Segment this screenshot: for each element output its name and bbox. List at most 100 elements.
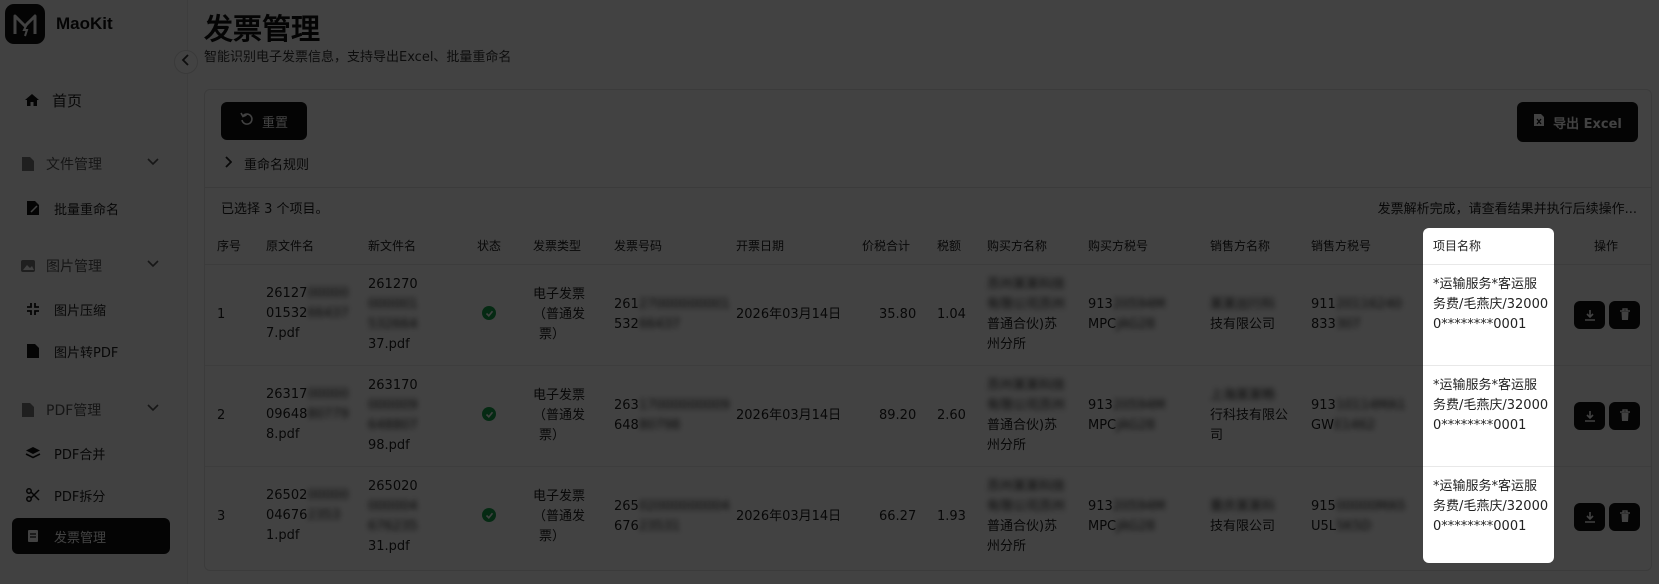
cell-buyer-tax-id: 91320594M MPCJAG28 [1088,297,1166,332]
rename-rule-toggle[interactable]: 重命名规则 [224,154,309,173]
delete-button[interactable] [1609,503,1640,531]
cell-total: 66.27 [879,509,917,524]
cell-seller-tax-id: 91310114MA1 GWE1462 [1311,398,1406,433]
file-edit-icon [24,200,42,216]
check-circle-icon [482,407,496,421]
cell-new-name: 265020 000004 676235 31.pdf [368,479,418,554]
check-circle-icon [482,306,496,320]
cell-seller-tax-id: 91500000MA5 U5L5K5D [1311,499,1406,534]
chevron-left-icon [181,54,191,70]
col-header-total: 价税合计 [862,239,911,253]
cell-invoice-type: 电子发票 （普通发 票） [533,388,586,443]
nav-item-label: PDF拆分 [54,489,106,505]
reset-label: 重置 [261,115,288,131]
invoice-icon [24,529,42,543]
col-header-tax: 税额 [937,239,962,253]
cell-item-name: *运输服务*客运服务费/毛燕庆/320000********0001 [1433,277,1549,332]
download-button[interactable] [1574,402,1605,430]
excel-file-icon [1533,113,1545,131]
cell-index: 1 [217,307,226,322]
cell-item-name: *运输服务*客运服务费/毛燕庆/320000********0001 [1433,479,1549,534]
scissors-icon [24,488,42,502]
cell-tax: 1.04 [937,307,966,322]
divider [205,187,1651,188]
download-button[interactable] [1574,503,1605,531]
cell-issue-date: 2026年03月14日 [736,509,842,524]
cell-buyer-name: 苏州某某科技 有限公司苏州 普通合伙)苏 州分所 [987,378,1066,453]
cell-original-name: 2612700000 0153266437 7.pdf [266,286,349,341]
nav-item-pdf-merge[interactable]: PDF合并 [12,435,170,471]
nav-group-pdf-label: PDF管理 [46,403,102,419]
chevron-down-icon [146,156,160,170]
sidebar-collapse-button[interactable] [174,50,198,74]
cell-invoice-type: 电子发票 （普通发 票） [533,489,586,544]
chevron-down-icon [146,402,160,416]
rename-rule-label: 重命名规则 [244,158,310,173]
col-header-buyer-name: 购买方名称 [987,239,1048,253]
cell-invoice-number: 26317000000009 64880798 [614,398,730,433]
layers-icon [24,446,42,460]
nav-home[interactable]: 首页 [12,82,170,118]
nav-item-image-compress[interactable]: 图片压缩 [12,291,170,327]
parse-status: 发票解析完成，请查看结果并执行后续操作... [1377,202,1637,217]
delete-button[interactable] [1609,402,1640,430]
nav-item-label: 批量重命名 [54,202,120,218]
cell-index: 3 [217,509,226,524]
cell-total: 35.80 [879,307,917,322]
cell-tax: 1.93 [937,509,966,524]
cell-total: 89.20 [879,408,917,423]
cell-seller-name: 重庆某某科 技有限公司 [1210,499,1276,534]
cell-new-name: 263170 000009 648807 98.pdf [368,378,418,453]
cell-item-name: *运输服务*客运服务费/毛燕庆/320000********0001 [1433,378,1549,433]
delete-button[interactable] [1609,301,1640,329]
chevron-down-icon [146,258,160,272]
row-divider [1423,365,1554,366]
cell-seller-name: 某某出行科 技有限公司 [1210,297,1276,332]
nav-item-label: 图片转PDF [54,345,119,361]
col-header-seller-tax-id: 销售方税号 [1311,239,1372,253]
nav-item-pdf-split[interactable]: PDF拆分 [12,477,170,513]
col-header-actions: 操作 [1594,239,1619,253]
pdf-icon [18,402,38,418]
col-header-seller-name: 销售方名称 [1210,239,1271,253]
download-icon [1584,508,1596,527]
export-label: 导出 Excel [1553,116,1622,132]
col-header-status: 状态 [477,239,502,253]
nav-item-image-to-pdf[interactable]: 图片转PDF [12,333,170,369]
nav-group-file-label: 文件管理 [46,157,102,173]
download-icon [1584,306,1596,325]
nav-home-label: 首页 [52,91,83,110]
nav-item-batch-rename[interactable]: 批量重命名 [12,190,170,226]
trash-icon [1619,508,1631,527]
col-header-buyer-tax-id: 购买方税号 [1088,239,1149,253]
app-logo [5,4,45,44]
nav-group-image[interactable]: 图片管理 [12,248,170,284]
app-name: MaoKit [56,14,113,33]
highlighted-item-name-column: 项目名称 *运输服务*客运服务费/毛燕庆/320000********0001 … [1423,228,1554,563]
nav-item-label: 发票管理 [54,530,107,546]
page-subtitle: 智能识别电子发票信息，支持导出Excel、批量重命名 [204,50,512,65]
pdf-file-icon [24,343,42,359]
cell-index: 2 [217,408,226,423]
cell-invoice-type: 电子发票 （普通发 票） [533,287,586,342]
download-button[interactable] [1574,301,1605,329]
col-header-original-name: 原文件名 [266,239,315,253]
file-icon [18,156,38,172]
check-circle-icon [482,508,496,522]
nav-group-file[interactable]: 文件管理 [12,146,170,182]
cell-issue-date: 2026年03月14日 [736,307,842,322]
cell-issue-date: 2026年03月14日 [736,408,842,423]
export-excel-button[interactable]: 导出 Excel [1517,102,1638,142]
col-header-new-name: 新文件名 [368,239,417,253]
reset-button[interactable]: 重置 [221,102,307,140]
cell-buyer-name: 苏州某某科技 有限公司苏州 普通合伙)苏 州分所 [987,277,1066,352]
cell-original-name: 2650200000 046762353 1.pdf [266,488,349,543]
nav-item-invoice[interactable]: 发票管理 [12,518,170,554]
home-icon [22,92,42,108]
cell-seller-tax-id: 91120116240 833307 [1311,297,1402,332]
nav-group-pdf[interactable]: PDF管理 [12,392,170,428]
sidebar: MaoKit 首页 文件管理 批量重命名 图片管理 图片压缩 图片转PDF PD… [0,0,188,584]
col-header-invoice-type: 发票类型 [533,239,582,253]
col-header-item-name: 项目名称 [1433,239,1482,253]
cell-buyer-name: 苏州某某科技 有限公司苏州 普通合伙)苏 州分所 [987,479,1066,554]
